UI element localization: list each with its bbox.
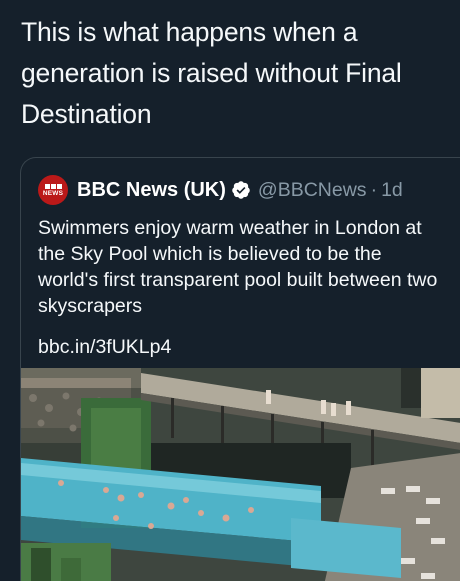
main-tweet-text: This is what happens when a generation i… bbox=[21, 17, 402, 129]
quoted-tweet-link[interactable]: bbc.in/3fUKLp4 bbox=[38, 336, 171, 359]
quoted-tweet-text: Swimmers enjoy warm weather in London at… bbox=[38, 217, 438, 317]
separator-dot: · bbox=[370, 178, 378, 201]
timestamp[interactable]: 1d bbox=[381, 179, 403, 202]
quoted-tweet-header: NEWS BBC News (UK) @BBCNews · 1d bbox=[38, 175, 403, 205]
bbc-logo-icon bbox=[44, 183, 62, 189]
verified-badge-icon bbox=[232, 181, 250, 199]
sky-pool-image bbox=[21, 368, 460, 581]
avatar[interactable]: NEWS bbox=[38, 175, 68, 205]
display-name[interactable]: BBC News (UK) bbox=[77, 179, 226, 202]
quoted-tweet-card[interactable]: NEWS BBC News (UK) @BBCNews · 1d Swimmer… bbox=[20, 157, 460, 581]
avatar-news-label: NEWS bbox=[42, 189, 64, 197]
handle[interactable]: @BBCNews bbox=[258, 179, 367, 202]
tweet-photo[interactable] bbox=[21, 368, 460, 581]
